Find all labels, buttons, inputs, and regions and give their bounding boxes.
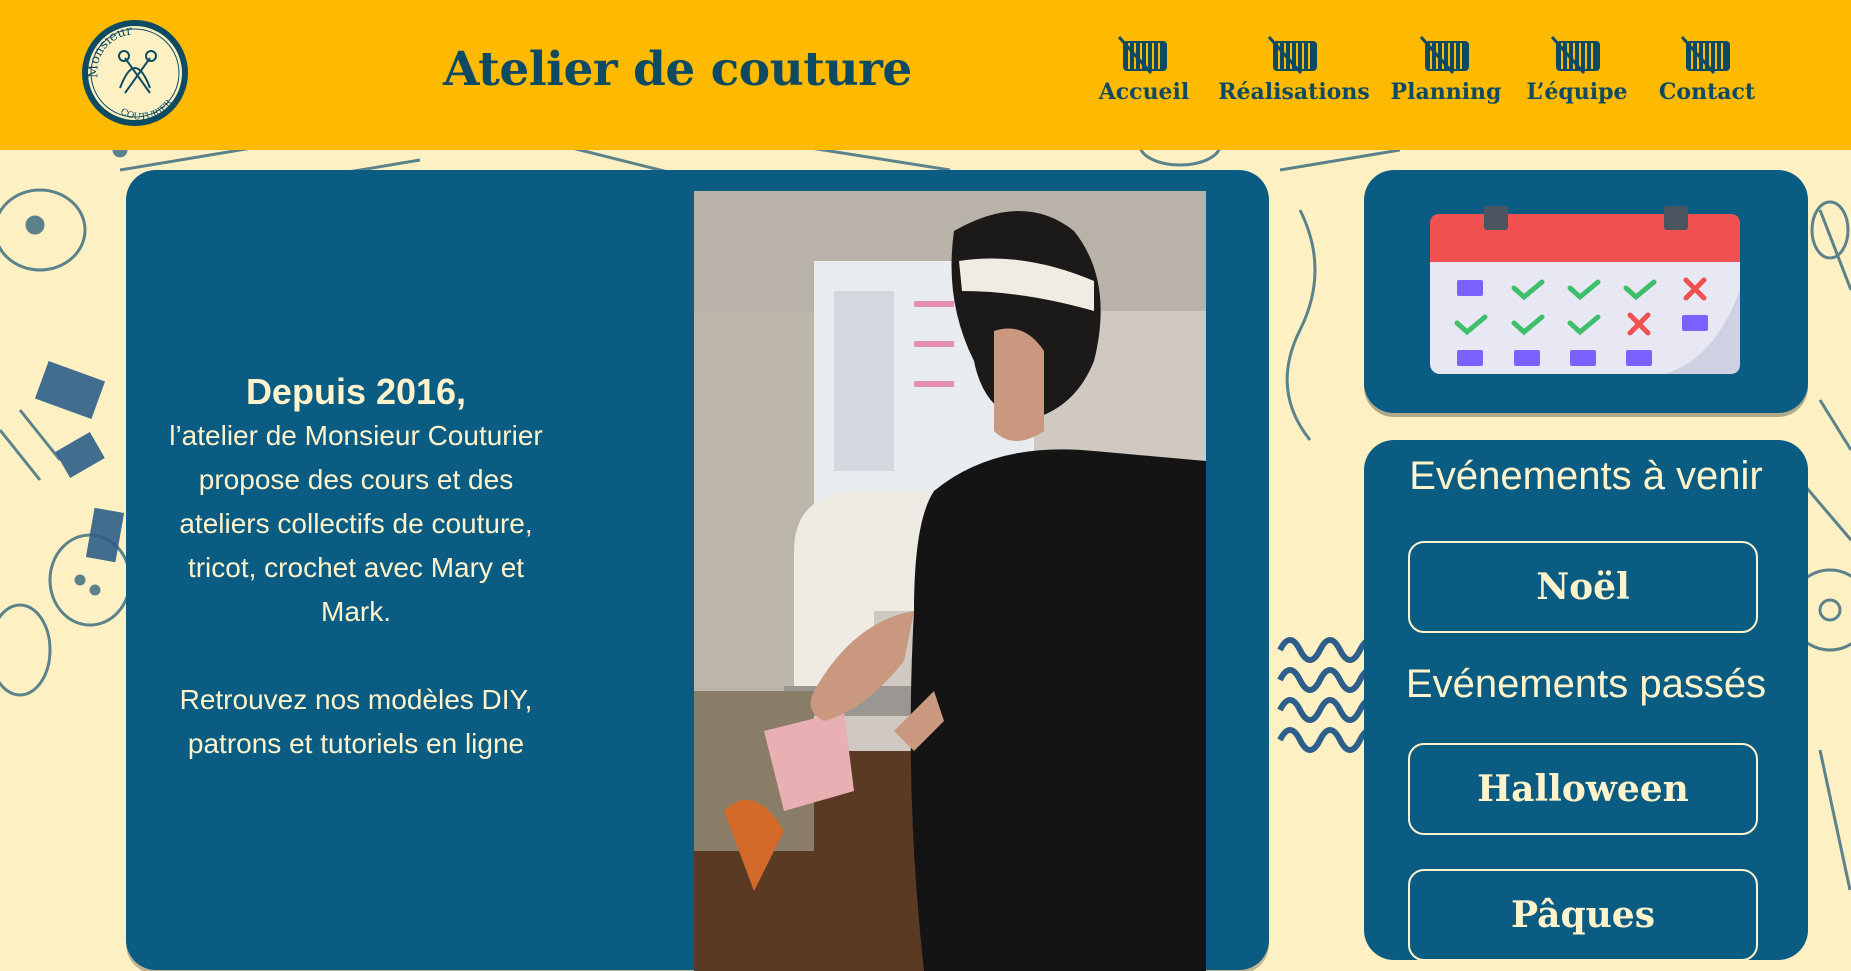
- intro-paragraph: l’atelier de Monsieur Couturier propose …: [169, 420, 543, 627]
- nav-label: Réalisations: [1218, 79, 1370, 105]
- sewing-photo: [694, 191, 1206, 971]
- intro-text: Depuis 2016, l’atelier de Monsieur Coutu…: [156, 370, 556, 766]
- nav-label: Accueil: [1098, 79, 1190, 105]
- thread-spool-icon: [1680, 36, 1730, 74]
- thread-spool-icon: [1267, 36, 1317, 74]
- intro-heading: Depuis 2016,: [245, 371, 467, 412]
- intro-paragraph-online: Retrouvez nos modèles DIY, patrons et tu…: [179, 684, 533, 759]
- intro-card: Depuis 2016, l’atelier de Monsieur Coutu…: [126, 170, 1269, 971]
- event-button-halloween[interactable]: Halloween: [1408, 743, 1758, 835]
- site-header: Monsieur COUTURIER Atelier de couture Ac…: [0, 0, 1851, 150]
- nav-item-realisations[interactable]: Réalisations: [1214, 35, 1374, 105]
- thread-spool-icon: [1117, 36, 1167, 74]
- nav-item-accueil[interactable]: Accueil: [1064, 35, 1224, 105]
- event-button-paques[interactable]: Pâques: [1408, 869, 1758, 961]
- past-events-heading: Evénements passés: [1405, 662, 1767, 706]
- events-card: Evénements à venir Noël Evénements passé…: [1364, 440, 1808, 961]
- main-nav: Accueil Réalisations Planning L’équipe Conta…: [0, 35, 1851, 135]
- upcoming-events-heading: Evénements à venir: [1409, 454, 1763, 498]
- nav-item-contact[interactable]: Contact: [1627, 35, 1787, 105]
- thread-spool-icon: [1550, 36, 1600, 74]
- thread-spool-icon: [1419, 36, 1469, 74]
- calendar-card: [1364, 170, 1808, 413]
- nav-label: Contact: [1658, 79, 1756, 105]
- calendar-icon: [1430, 206, 1740, 374]
- event-button-noel[interactable]: Noël: [1408, 541, 1758, 633]
